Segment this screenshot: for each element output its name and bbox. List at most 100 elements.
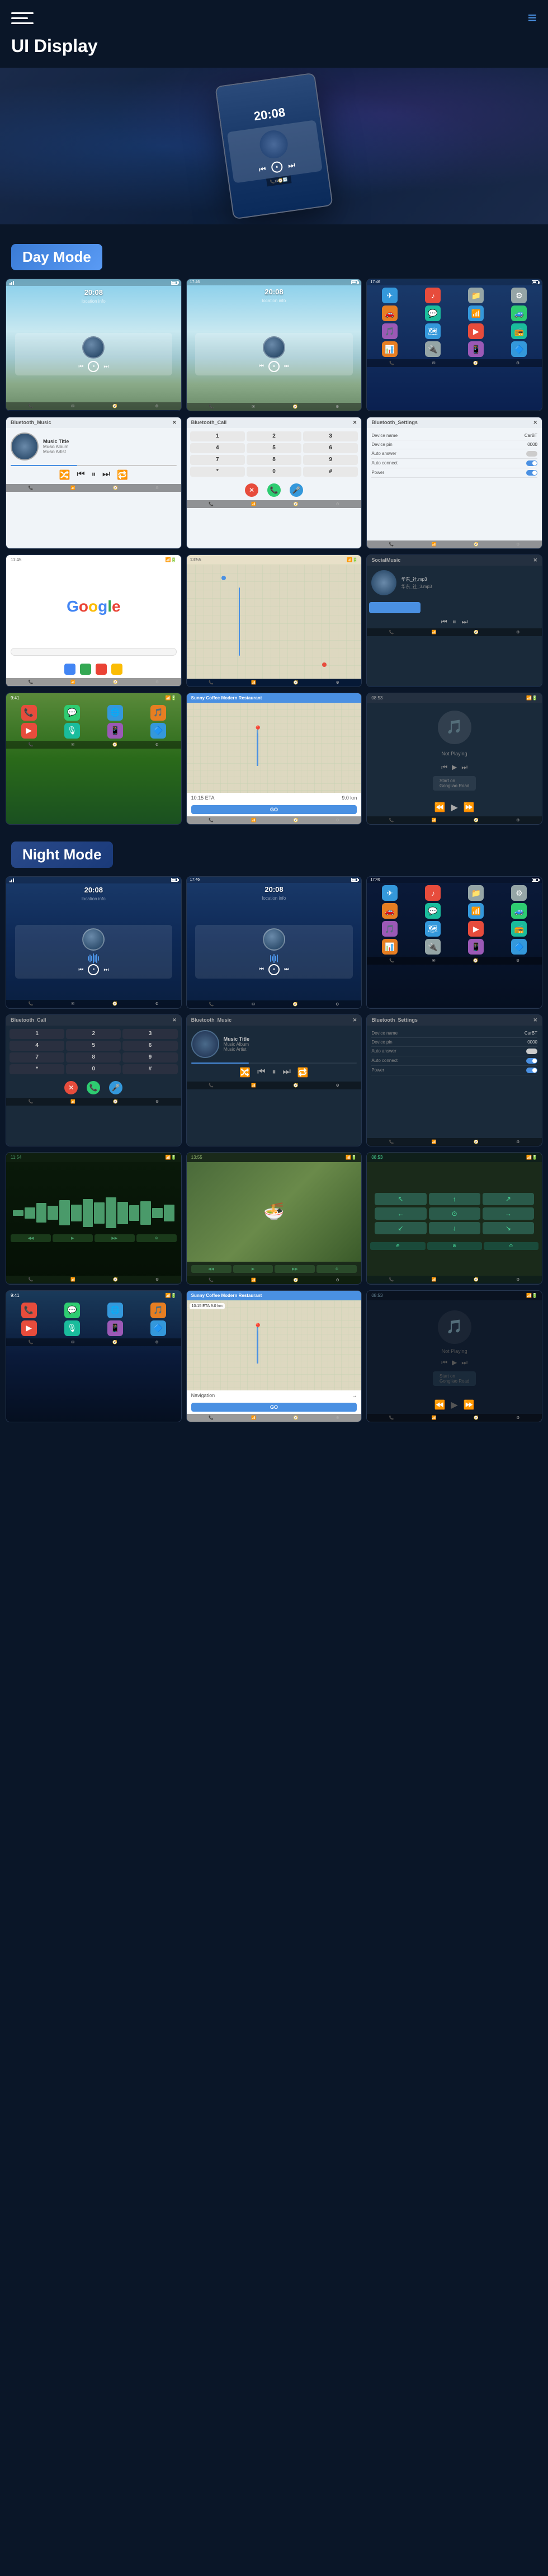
night-auto-answer-toggle[interactable] bbox=[526, 1049, 537, 1054]
apts-icon-7[interactable]: ⚙ bbox=[155, 680, 159, 684]
night-dial-hash[interactable]: # bbox=[122, 1064, 177, 1074]
night-bt-6[interactable]: 📶 bbox=[432, 1140, 437, 1144]
bt-call-close[interactable]: ✕ bbox=[353, 420, 357, 426]
turn-ul[interactable]: ↖ bbox=[375, 1193, 426, 1205]
gmail-icon[interactable] bbox=[64, 664, 75, 675]
play-icon[interactable] bbox=[111, 664, 122, 675]
navi-icon-9[interactable]: 🧭 bbox=[474, 630, 479, 634]
night-np-ff[interactable]: ⏩ bbox=[464, 1399, 475, 1411]
night-app-15[interactable]: 📱 bbox=[468, 939, 484, 955]
apts-icon-11[interactable]: ⚙ bbox=[516, 818, 519, 822]
bt-icon-7[interactable]: 📶 bbox=[70, 680, 75, 684]
night-call-end[interactable]: ✕ bbox=[64, 1081, 78, 1094]
night-email-1[interactable]: ✉ bbox=[71, 1002, 74, 1006]
night-next-1[interactable]: ⏭ bbox=[103, 967, 108, 973]
night-dial-8[interactable]: 8 bbox=[66, 1052, 121, 1063]
night-email-3[interactable]: ✉ bbox=[432, 958, 436, 963]
bt-icon-4[interactable]: 📶 bbox=[70, 486, 75, 490]
wave-apts[interactable]: ⚙ bbox=[155, 1277, 159, 1282]
night-navi-4[interactable]: 🧭 bbox=[113, 1099, 118, 1104]
maps-icon[interactable] bbox=[80, 664, 91, 675]
night-phone-6[interactable]: 📞 bbox=[389, 1140, 394, 1144]
app-icon-extra2[interactable]: 🔷 bbox=[511, 341, 527, 357]
dial-7[interactable]: 7 bbox=[190, 455, 245, 465]
turn-center[interactable]: ⊙ bbox=[429, 1207, 480, 1220]
bt-icon-9[interactable]: 📶 bbox=[432, 630, 437, 634]
night-phone-1[interactable]: 📞 bbox=[29, 1002, 34, 1006]
dial-2[interactable]: 2 bbox=[247, 431, 301, 441]
night-ios-phone-bottom[interactable]: 📞 bbox=[29, 1340, 34, 1345]
food-phone[interactable]: 📞 bbox=[209, 1278, 214, 1282]
wave-btn-2[interactable]: ▶ bbox=[53, 1234, 93, 1242]
turn-left[interactable]: ← bbox=[375, 1207, 426, 1220]
turn-dr[interactable]: ↘ bbox=[483, 1222, 534, 1234]
apts-icon-2[interactable]: ⚙ bbox=[336, 405, 339, 409]
night-app-12[interactable]: 📻 bbox=[511, 921, 527, 937]
power-toggle[interactable] bbox=[526, 470, 537, 476]
night-ios-mail-bottom[interactable]: ✉ bbox=[71, 1340, 74, 1345]
turn-apts[interactable]: ⚙ bbox=[516, 1277, 519, 1282]
next-btn-1[interactable]: ⏭ bbox=[103, 364, 108, 370]
night-navi-3[interactable]: 🧭 bbox=[473, 958, 478, 963]
turn-extra-1[interactable]: ⊕ bbox=[370, 1242, 425, 1250]
turn-down[interactable]: ↓ bbox=[429, 1222, 480, 1234]
apts-icon-1[interactable]: ⚙ bbox=[155, 404, 158, 408]
night-ios-messages[interactable]: 💬 bbox=[64, 1303, 80, 1318]
nav-icon[interactable]: ≡ bbox=[528, 9, 537, 27]
apts-icon-6[interactable]: ⚙ bbox=[516, 542, 519, 547]
social-close[interactable]: ✕ bbox=[533, 557, 537, 563]
turn-dl[interactable]: ↙ bbox=[375, 1222, 426, 1234]
np-play2[interactable]: ▶ bbox=[451, 802, 458, 813]
app-icon-vcar[interactable]: 🚙 bbox=[511, 305, 527, 321]
night-app-16[interactable]: 🔷 bbox=[511, 939, 527, 955]
wave-btn-3[interactable]: ▶▶ bbox=[95, 1234, 135, 1242]
ios-extra1-icon[interactable]: 📱 bbox=[107, 723, 123, 739]
navi-icon-5[interactable]: 🧭 bbox=[294, 502, 299, 506]
play-btn-2[interactable]: ⏸ bbox=[268, 361, 280, 372]
night-prev-1[interactable]: ⏮ bbox=[78, 967, 83, 973]
np-next[interactable]: ⏭ bbox=[461, 763, 467, 772]
email-icon-3[interactable]: ✉ bbox=[432, 361, 436, 365]
play-pause-button[interactable]: ⏸ bbox=[271, 161, 284, 173]
ios-navi-bottom[interactable]: 🧭 bbox=[112, 742, 117, 747]
np-play[interactable]: ▶ bbox=[452, 763, 457, 772]
night-bt-play[interactable]: ⏸ bbox=[272, 1067, 276, 1078]
app-icon-extra1[interactable]: 📱 bbox=[468, 341, 484, 357]
night-bt-prev[interactable]: ⏮ bbox=[257, 1067, 265, 1078]
night-ios-youtube[interactable]: ▶ bbox=[21, 1320, 37, 1336]
social-next[interactable]: ⏭ bbox=[462, 618, 468, 626]
np-ff[interactable]: ⏩ bbox=[464, 802, 475, 813]
turn-extra-2[interactable]: ⊗ bbox=[427, 1242, 482, 1250]
navi-icon-10[interactable]: 🧭 bbox=[294, 818, 299, 822]
food-apts[interactable]: ⚙ bbox=[336, 1278, 339, 1282]
night-rest-apts[interactable]: ⚙ bbox=[336, 1416, 339, 1420]
apts-icon-8[interactable]: ⚙ bbox=[336, 680, 339, 685]
turn-phone[interactable]: 📞 bbox=[389, 1277, 394, 1282]
night-bt-next[interactable]: ⏭ bbox=[282, 1067, 290, 1078]
turn-up[interactable]: ↑ bbox=[429, 1193, 480, 1205]
night-apts-1[interactable]: ⚙ bbox=[155, 1002, 158, 1006]
night-apts-5[interactable]: ⚙ bbox=[336, 1083, 339, 1088]
app-icon-carplay[interactable]: 🚗 bbox=[382, 305, 398, 321]
food-btn-1[interactable]: ◀◀ bbox=[191, 1265, 232, 1273]
apts-icon-9[interactable]: ⚙ bbox=[516, 630, 519, 634]
night-ios-safari[interactable]: 🌐 bbox=[107, 1303, 123, 1318]
night-ios-phone[interactable]: 📞 bbox=[21, 1303, 37, 1318]
food-navi[interactable]: 🧭 bbox=[294, 1278, 299, 1282]
night-apts-2[interactable]: ⚙ bbox=[336, 1002, 339, 1007]
email-icon-1[interactable]: ✉ bbox=[71, 404, 74, 408]
food-btn-2[interactable]: ▶ bbox=[233, 1265, 273, 1273]
night-next-2[interactable]: ⏭ bbox=[284, 966, 289, 972]
night-phone-4[interactable]: 📞 bbox=[29, 1099, 34, 1104]
app-icon-music[interactable]: ♪ bbox=[425, 288, 441, 303]
night-ios-music[interactable]: 🎵 bbox=[150, 1303, 166, 1318]
phone-icon-8[interactable]: 📞 bbox=[209, 680, 214, 685]
night-np-prev[interactable]: ⏮ bbox=[441, 1358, 447, 1367]
wave-bt[interactable]: 📶 bbox=[70, 1277, 75, 1282]
night-app-5[interactable]: 🚗 bbox=[382, 903, 398, 919]
night-np-phone[interactable]: 📞 bbox=[389, 1416, 394, 1420]
night-bt-5[interactable]: 📶 bbox=[251, 1083, 256, 1088]
night-apts-4[interactable]: ⚙ bbox=[155, 1099, 159, 1104]
bt-prev-icon[interactable]: ⏮ bbox=[77, 469, 84, 481]
night-app-2[interactable]: ♪ bbox=[425, 885, 441, 901]
